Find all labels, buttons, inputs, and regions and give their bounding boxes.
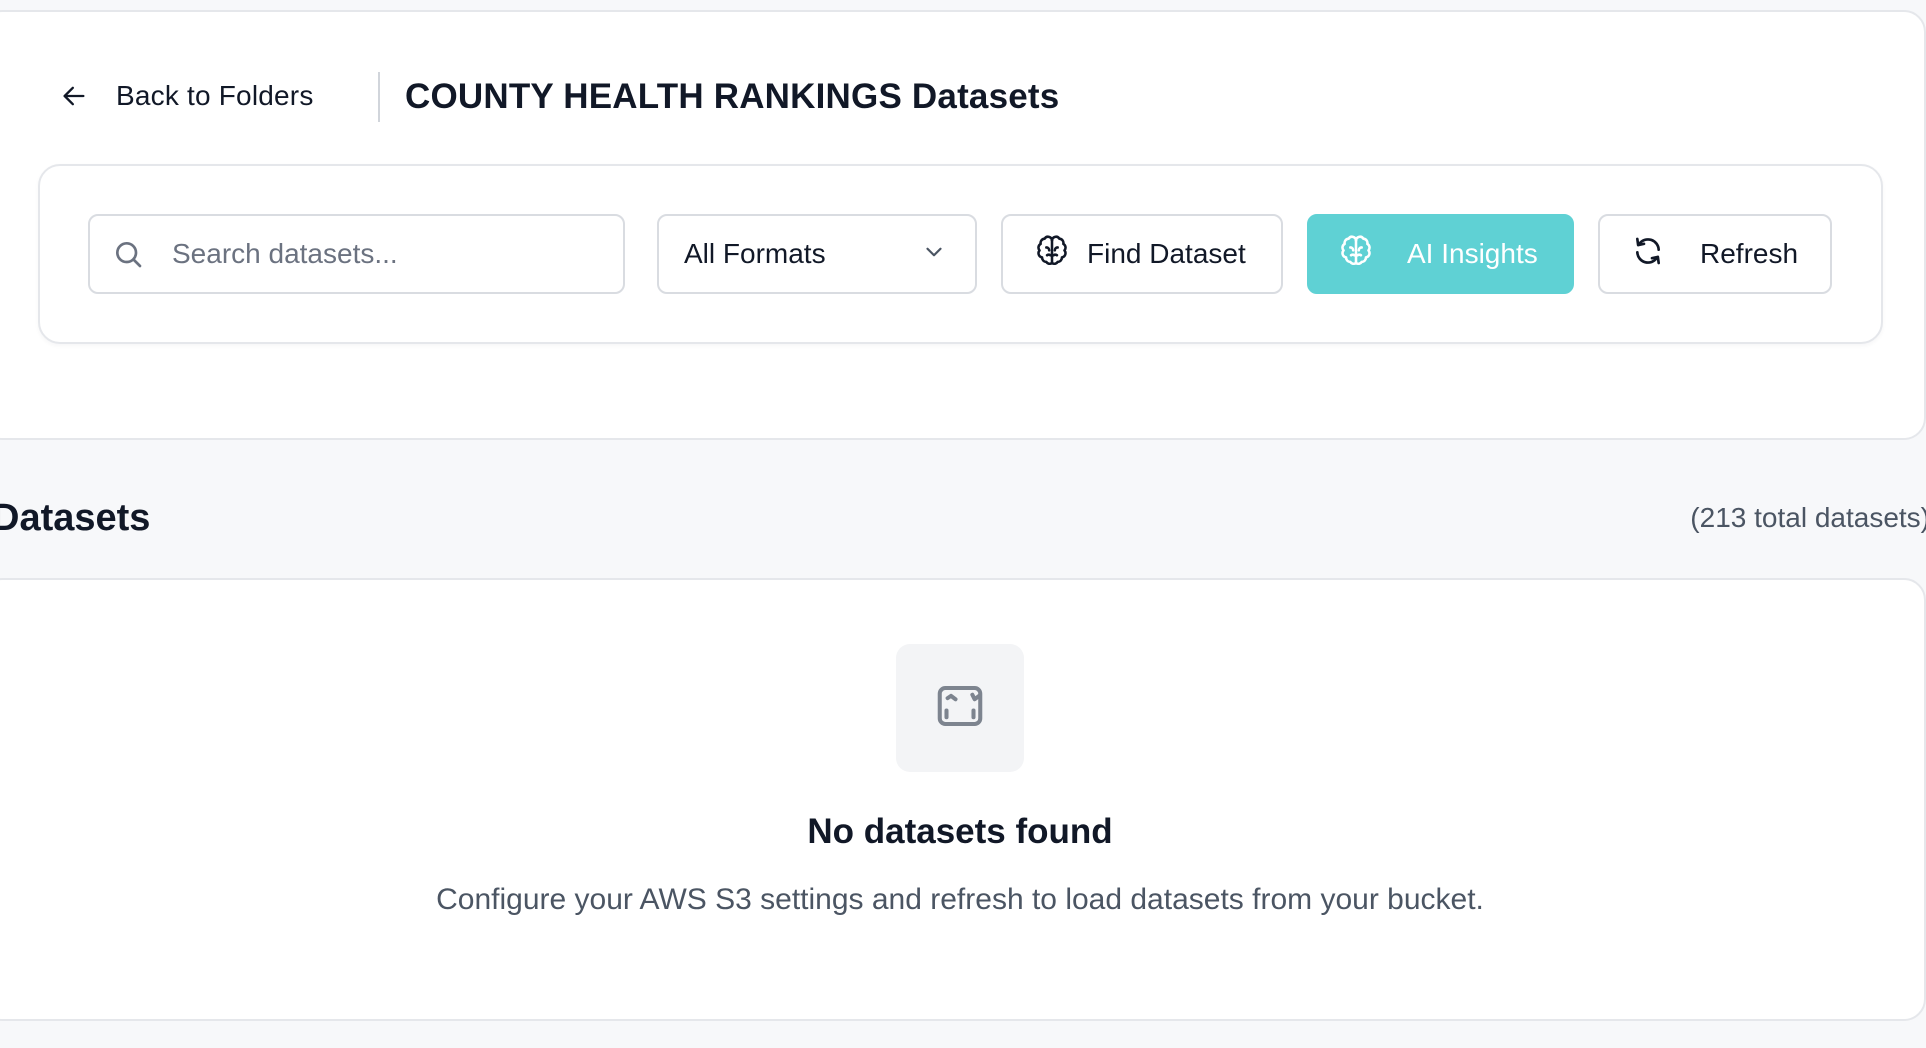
datasets-section-title: Datasets [0, 497, 151, 539]
ai-insights-button[interactable]: AI Insights [1307, 214, 1574, 294]
empty-state-icon-box [896, 644, 1024, 772]
title-divider [378, 72, 380, 122]
back-to-folders-link[interactable]: Back to Folders [60, 68, 314, 124]
brain-icon [1339, 234, 1373, 275]
arrow-left-icon [60, 82, 88, 110]
brain-icon [1035, 234, 1069, 275]
empty-state-description: Configure your AWS S3 settings and refre… [436, 883, 1484, 916]
folder-open-icon [933, 679, 987, 738]
total-datasets-count: (213 total datasets) [1690, 502, 1926, 533]
find-dataset-button[interactable]: Find Dataset [1001, 214, 1283, 294]
refresh-button[interactable]: Refresh [1598, 214, 1832, 294]
ai-insights-label: AI Insights [1407, 238, 1538, 269]
chevron-down-icon [921, 239, 947, 270]
back-link-label: Back to Folders [116, 80, 314, 111]
page-title: COUNTY HEALTH RANKINGS Datasets [405, 77, 1060, 116]
find-dataset-label: Find Dataset [1087, 238, 1246, 269]
format-select-value: All Formats [684, 238, 826, 269]
refresh-label: Refresh [1700, 238, 1799, 269]
refresh-icon [1632, 235, 1664, 274]
empty-state-title: No datasets found [807, 812, 1113, 851]
search-box[interactable] [88, 214, 625, 294]
search-input[interactable] [170, 237, 590, 271]
format-select[interactable]: All Formats [657, 214, 977, 294]
search-icon [112, 238, 162, 270]
app-root: Back to Folders COUNTY HEALTH RANKINGS D… [0, 0, 1926, 1048]
